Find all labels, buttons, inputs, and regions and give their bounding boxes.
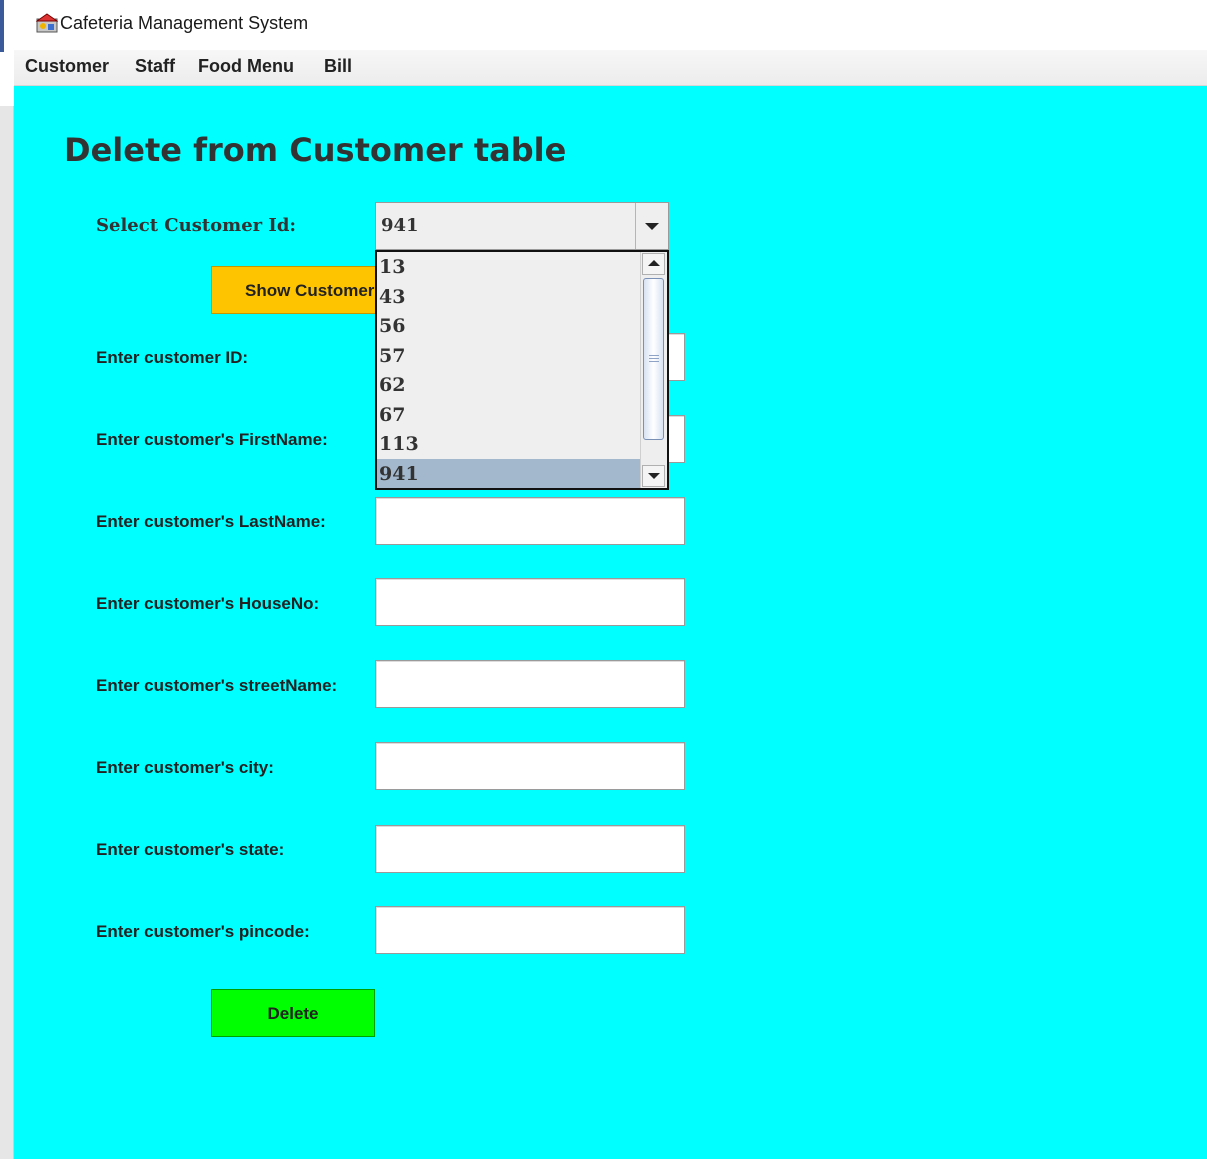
dropdown-option[interactable]: 67 (377, 400, 641, 430)
dropdown-option[interactable]: 57 (377, 341, 641, 371)
window-title: Cafeteria Management System (60, 13, 309, 33)
state-field[interactable] (375, 825, 685, 873)
grip-line (649, 355, 659, 356)
chevron-down-icon (645, 223, 659, 230)
customer-id-label: Enter customer ID: (96, 348, 249, 367)
content-panel: Delete from Customer table Select Custom… (14, 86, 1207, 1159)
menu-bar: Customer Staff Food Menu Bill (14, 50, 1207, 86)
menu-food-menu[interactable]: Food Menu (198, 56, 294, 77)
chevron-up-icon (648, 260, 660, 266)
house-no-field[interactable] (375, 578, 685, 626)
page-title: Delete from Customer table (64, 131, 567, 169)
last-name-field[interactable] (375, 497, 685, 545)
menu-bill[interactable]: Bill (324, 56, 352, 77)
show-customer-button[interactable]: Show Customer (211, 266, 376, 314)
dropdown-scrollbar[interactable] (640, 252, 667, 488)
combo-dropdown-button[interactable] (635, 203, 668, 249)
street-name-label: Enter customer's streetName: (96, 676, 338, 695)
chevron-down-icon (648, 473, 660, 479)
pincode-field[interactable] (375, 906, 685, 954)
dropdown-option[interactable]: 62 (377, 370, 641, 400)
dropdown-option[interactable]: 13 (377, 252, 641, 282)
customer-id-dropdown-list: 13 43 56 57 62 67 113 941 (375, 250, 669, 490)
grip-line (649, 361, 659, 362)
delete-button-label: Delete (267, 1004, 319, 1023)
customer-id-combo[interactable]: 941 (375, 202, 669, 250)
grip-line (649, 358, 659, 359)
first-name-label: Enter customer's FirstName: (96, 430, 328, 449)
pincode-label: Enter customer's pincode: (96, 922, 310, 941)
combo-selected-value: 941 (381, 215, 419, 236)
scrollbar-thumb[interactable] (643, 278, 664, 440)
scroll-down-button[interactable] (642, 465, 665, 487)
taskbar-edge (0, 0, 4, 52)
city-field[interactable] (375, 742, 685, 790)
title-bar: Cafeteria Management System (14, 0, 1207, 50)
street-name-field[interactable] (375, 660, 685, 708)
state-label: Enter customer's state: (96, 840, 285, 859)
window-left-edge (0, 0, 14, 1159)
menu-customer[interactable]: Customer (25, 56, 109, 77)
city-label: Enter customer's city: (96, 758, 274, 777)
last-name-label: Enter customer's LastName: (96, 512, 326, 531)
house-no-label: Enter customer's HouseNo: (96, 594, 320, 613)
scroll-up-button[interactable] (642, 253, 665, 275)
show-customer-button-label: Show Customer (245, 281, 375, 300)
dropdown-option[interactable]: 56 (377, 311, 641, 341)
frame-border (0, 106, 14, 1159)
delete-button[interactable]: Delete (211, 989, 375, 1037)
dropdown-option-selected[interactable]: 941 (377, 459, 641, 488)
dropdown-option[interactable]: 43 (377, 282, 641, 312)
menu-staff[interactable]: Staff (135, 56, 175, 77)
dropdown-option[interactable]: 113 (377, 429, 641, 459)
select-customer-id-label: Select Customer Id: (96, 215, 297, 236)
java-app-icon (36, 13, 58, 33)
